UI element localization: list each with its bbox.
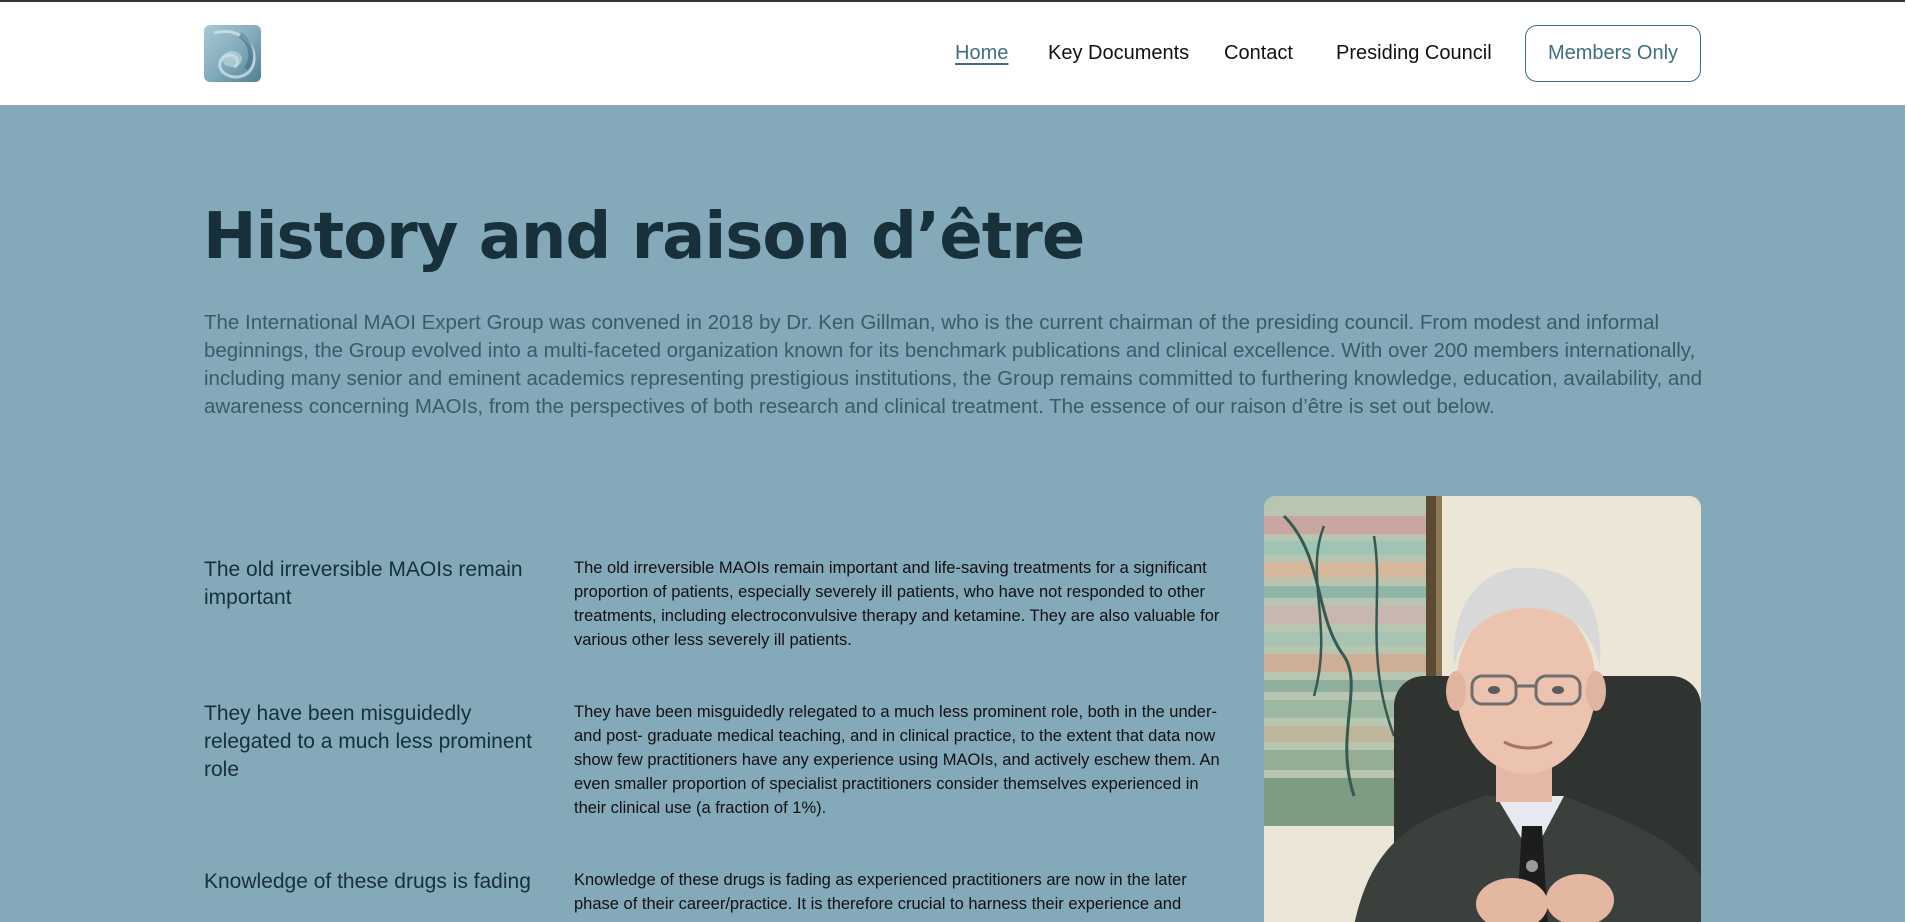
nav-home[interactable]: Home bbox=[955, 2, 1008, 105]
row-text: Knowledge of these drugs is fading as ex… bbox=[574, 871, 1187, 913]
page-title: History and raison d’être bbox=[203, 200, 1085, 274]
row-text: They have been misguidedly relegated to … bbox=[574, 703, 1220, 817]
nav-contact-link[interactable]: Contact bbox=[1224, 42, 1293, 65]
site-header: Home Key Documents Contact Presiding Cou… bbox=[0, 2, 1907, 105]
page: Home Key Documents Contact Presiding Cou… bbox=[0, 0, 1907, 922]
row-heading: Knowledge of these drugs is fading bbox=[204, 870, 531, 893]
nav-key-documents-link[interactable]: Key Documents bbox=[1048, 42, 1189, 65]
spiral-logo-icon[interactable] bbox=[204, 25, 261, 82]
nav-presiding-council[interactable]: Presiding Council bbox=[1336, 2, 1492, 105]
nav-key-documents[interactable]: Key Documents bbox=[1048, 2, 1189, 105]
intro-paragraph: The International MAOI Expert Group was … bbox=[204, 311, 1703, 418]
nav-home-link[interactable]: Home bbox=[955, 42, 1008, 65]
speaker-photo bbox=[1264, 496, 1701, 922]
row-heading: They have been misguidedly relegated to … bbox=[204, 702, 533, 781]
row-heading: The old irreversible MAOIs remain import… bbox=[204, 558, 523, 609]
members-only-button[interactable]: Members Only bbox=[1525, 25, 1701, 82]
row-text: The old irreversible MAOIs remain import… bbox=[574, 559, 1220, 649]
nav-presiding-council-link[interactable]: Presiding Council bbox=[1336, 42, 1492, 65]
nav-contact[interactable]: Contact bbox=[1224, 2, 1293, 105]
